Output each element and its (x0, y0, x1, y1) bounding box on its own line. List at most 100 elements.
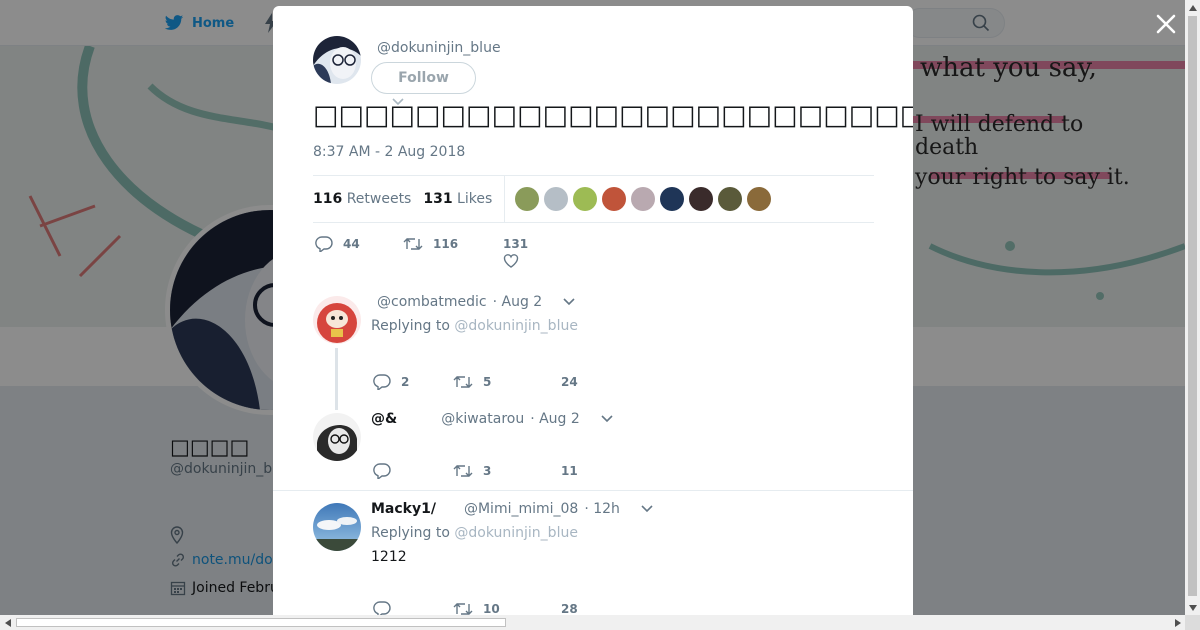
triangle-left-icon (4, 618, 11, 627)
liker-avatars (515, 187, 772, 211)
replying-to: Replying to @dokuninjin_blue (371, 318, 578, 334)
reply-time[interactable]: · Aug 2 (493, 294, 543, 310)
retweet-icon (403, 238, 423, 250)
reply-count: 2 (401, 375, 410, 389)
reply-action[interactable]: 2 (373, 374, 453, 390)
reply-author-name[interactable]: @& (371, 411, 397, 427)
daruma-avatar-art (313, 296, 361, 344)
sky-avatar-art (313, 503, 361, 551)
scroll-right-arrow[interactable] (1170, 615, 1185, 630)
chevron-down-icon[interactable] (562, 298, 576, 306)
triangle-down-icon (1188, 604, 1197, 611)
liker-avatar[interactable] (718, 187, 743, 211)
reply-action[interactable] (373, 463, 453, 479)
liker-avatar[interactable] (747, 187, 772, 211)
scroll-down-arrow[interactable] (1185, 600, 1200, 615)
tweet-stats: 116 Retweets 131 Likes (313, 175, 874, 223)
reply-action[interactable]: 44 (315, 236, 403, 252)
reply-header: @combatmedic · Aug 2 (371, 294, 576, 310)
tweet-actions: 44 116 131 (315, 236, 529, 268)
reply-time[interactable]: · Aug 2 (530, 411, 580, 427)
reply-text: 1212 (371, 549, 407, 565)
liker-avatar[interactable] (660, 187, 685, 211)
liker-avatar[interactable] (573, 187, 598, 211)
replying-to-prefix: Replying to (371, 318, 450, 334)
reply-avatar[interactable] (313, 296, 361, 344)
reply-count: 44 (343, 237, 360, 251)
reply-header: @& @kiwatarou · Aug 2 (371, 411, 614, 427)
like-count: 24 (561, 375, 578, 389)
thread-line (335, 348, 338, 410)
like-count: 28 (561, 602, 578, 615)
reply-actions: 3 11 (373, 463, 578, 479)
reply-icon (373, 374, 391, 390)
reply-divider (273, 490, 913, 491)
retweets-stat-count: 116 (313, 191, 343, 207)
reply-author-handle[interactable]: @combatmedic (377, 294, 487, 310)
triangle-up-icon (1188, 4, 1197, 11)
scrollbar-corner (1185, 615, 1200, 630)
tweet-text: □□□□□□□□□□□□□□□□□□□□□□□□□□□□□□□□□□□□□□□□… (313, 100, 913, 131)
author-handle[interactable]: @dokuninjin_blue (377, 40, 501, 56)
retweet-count: 116 (433, 237, 459, 251)
author-avatar[interactable] (313, 36, 361, 84)
horizontal-scrollbar-thumb[interactable] (16, 618, 506, 627)
retweet-icon (453, 465, 473, 477)
replying-to-handle[interactable]: @dokuninjin_blue (454, 525, 578, 541)
chevron-down-icon[interactable] (640, 505, 654, 513)
liker-avatar[interactable] (631, 187, 656, 211)
reply-action[interactable] (373, 601, 453, 615)
scroll-up-arrow[interactable] (1185, 0, 1200, 15)
like-count: 131 (503, 237, 529, 251)
replying-to-handle[interactable]: @dokuninjin_blue (454, 318, 578, 334)
retweet-count: 5 (483, 375, 492, 389)
like-action[interactable]: 131 (503, 237, 529, 268)
retweet-count: 3 (483, 464, 492, 478)
close-modal-button[interactable] (1154, 12, 1178, 36)
like-count: 11 (561, 464, 578, 478)
sketch-avatar-art (313, 413, 361, 461)
heart-icon (503, 254, 519, 268)
liker-avatar[interactable] (602, 187, 627, 211)
liker-avatar[interactable] (544, 187, 569, 211)
like-action[interactable]: 28 (561, 602, 578, 615)
reply-author-handle[interactable]: @kiwatarou (441, 411, 524, 427)
likes-stat[interactable]: 131 Likes (423, 191, 492, 207)
reply-author-handle[interactable]: @Mimi_mimi_08 (464, 501, 578, 517)
stats-divider (504, 175, 506, 223)
reply-icon (373, 463, 391, 479)
like-action[interactable]: 24 (561, 375, 578, 389)
reply-actions: 2 5 24 (373, 374, 578, 390)
replying-to: Replying to @dokuninjin_blue (371, 525, 578, 541)
scroll-left-arrow[interactable] (0, 615, 15, 630)
retweets-stat[interactable]: 116 Retweets (313, 191, 411, 207)
replying-to-prefix: Replying to (371, 525, 450, 541)
liker-avatar[interactable] (689, 187, 714, 211)
reply-icon (315, 236, 333, 252)
triangle-right-icon (1174, 618, 1181, 627)
likes-stat-label: Likes (457, 191, 493, 207)
retweet-action[interactable]: 3 (453, 463, 561, 479)
reply-avatar[interactable] (313, 413, 361, 461)
likes-stat-count: 131 (423, 191, 453, 207)
retweet-action[interactable]: 10 (453, 601, 561, 615)
author-avatar-art (313, 36, 361, 84)
reply-avatar[interactable] (313, 503, 361, 551)
retweet-count: 10 (483, 602, 500, 615)
tweet-timestamp[interactable]: 8:37 AM - 2 Aug 2018 (313, 144, 465, 160)
retweet-icon (453, 376, 473, 388)
vertical-scrollbar-thumb[interactable] (1188, 16, 1197, 596)
like-action[interactable]: 11 (561, 464, 578, 478)
follow-button[interactable]: Follow (371, 62, 476, 94)
retweet-action[interactable]: 5 (453, 374, 561, 390)
reply-header: Macky1/ @Mimi_mimi_08 · 12h (371, 501, 654, 517)
liker-avatar[interactable] (515, 187, 540, 211)
reply-icon (373, 601, 391, 615)
reply-time[interactable]: · 12h (584, 501, 620, 517)
retweet-action[interactable]: 116 (403, 236, 503, 252)
reply-author-name[interactable]: Macky1/ (371, 501, 436, 517)
chevron-down-icon[interactable] (600, 415, 614, 423)
retweets-stat-label: Retweets (346, 191, 412, 207)
retweet-icon (453, 603, 473, 615)
close-icon (1156, 14, 1176, 34)
